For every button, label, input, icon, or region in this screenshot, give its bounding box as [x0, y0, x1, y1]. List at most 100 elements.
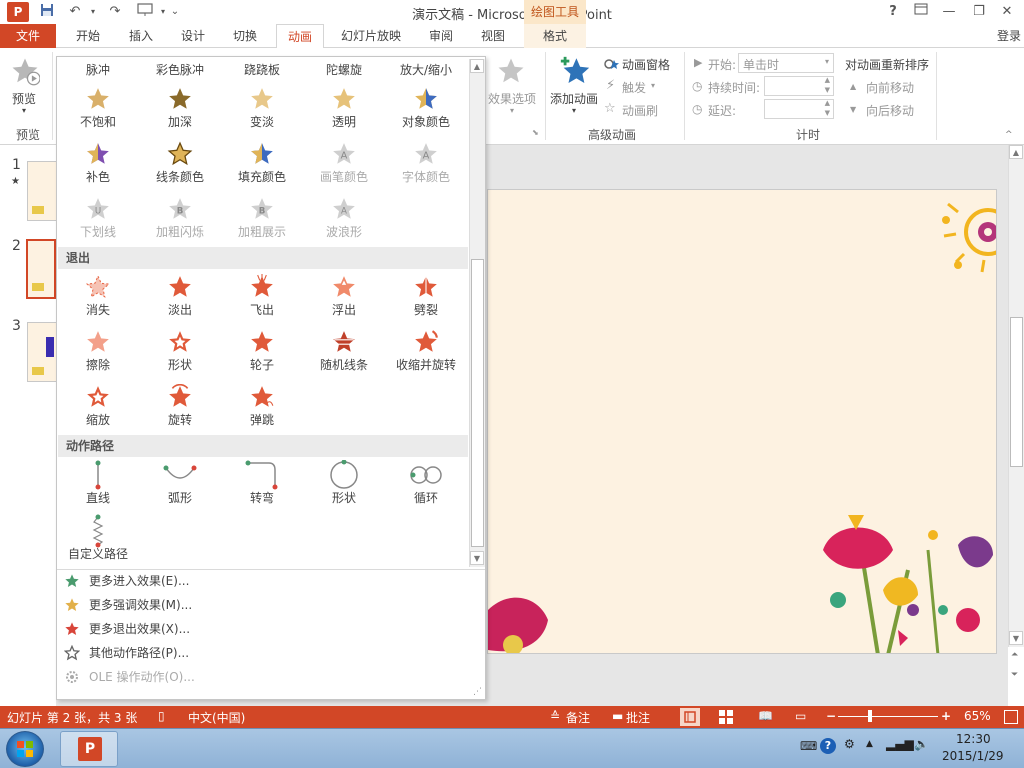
emphasis-effect[interactable]: 加深 [139, 85, 221, 139]
volume-icon[interactable]: 🔈 [914, 737, 929, 751]
zoom-level[interactable]: 65% [964, 709, 991, 723]
tab-slideshow[interactable]: 幻灯片放映 [334, 24, 408, 48]
exit-effect[interactable]: 擦除 [57, 328, 139, 382]
normal-view-button[interactable] [680, 708, 700, 726]
login-link[interactable]: 登录 [994, 24, 1024, 48]
resize-grip-icon[interactable]: ⋰ [473, 687, 482, 697]
spin-up-icon[interactable]: ▲ [825, 99, 830, 107]
add-animation-star-icon[interactable] [558, 54, 592, 88]
motion-path-effect[interactable]: 直线 [57, 460, 139, 515]
exit-effect[interactable]: 飞出 [221, 273, 303, 327]
emphasis-effect[interactable]: 对象颜色 [385, 85, 467, 139]
zoom-slider-thumb[interactable] [868, 710, 872, 722]
scroll-down-icon[interactable]: ▼ [1009, 631, 1023, 645]
more-effects-menu-item[interactable]: 更多退出效果(X)... [58, 617, 478, 641]
language-status[interactable]: 中文(中国) [188, 709, 245, 726]
ribbon-display-options-icon[interactable] [910, 3, 932, 21]
start-button[interactable] [6, 731, 44, 767]
close-button[interactable]: ✕ [996, 3, 1018, 21]
show-hidden-icons-icon[interactable]: ▲ [866, 739, 873, 749]
trigger-dropdown-icon[interactable]: ▾ [651, 81, 655, 90]
notes-button[interactable]: 备注 [566, 709, 590, 726]
emphasis-effect[interactable]: 补色 [57, 140, 139, 194]
scroll-down-icon[interactable]: ▼ [470, 551, 484, 565]
zoom-slider[interactable] [838, 710, 938, 722]
slide-thumbnail-3[interactable] [27, 322, 57, 382]
taskbar-powerpoint-button[interactable]: P [60, 731, 118, 767]
exit-effect[interactable]: 淡出 [139, 273, 221, 327]
dialog-launcher-icon[interactable]: ⬊ [532, 128, 539, 137]
help-tray-icon[interactable]: ? [820, 738, 836, 754]
motion-path-effect[interactable]: 转弯 [221, 460, 303, 515]
tab-home[interactable]: 开始 [64, 24, 112, 48]
next-slide-icon[interactable]: ⏷ [1011, 670, 1018, 680]
tab-review[interactable]: 审阅 [418, 24, 464, 48]
scroll-up-icon[interactable]: ▲ [470, 59, 484, 73]
scrollbar-thumb[interactable] [1010, 317, 1023, 467]
exit-effect[interactable]: 轮子 [221, 328, 303, 382]
restore-button[interactable]: ❐ [968, 3, 990, 21]
gallery-scrollbar[interactable]: ▲ ▼ [469, 59, 485, 567]
add-animation-dropdown-icon[interactable]: ▾ [572, 106, 576, 115]
effect-options-dropdown-icon[interactable]: ▾ [510, 106, 514, 115]
exit-effect[interactable]: 形状 [139, 328, 221, 382]
spin-up-icon[interactable]: ▲ [825, 76, 830, 84]
trigger-button[interactable]: 触发 [622, 79, 646, 96]
tab-transitions[interactable]: 切换 [222, 24, 268, 48]
preview-dropdown-icon[interactable]: ▾ [22, 106, 26, 115]
zoom-in-button[interactable]: + [941, 709, 951, 723]
exit-effect[interactable]: 弹跳 [221, 383, 303, 437]
exit-effect[interactable]: 浮出 [303, 273, 385, 327]
exit-effect[interactable]: 随机线条 [303, 328, 385, 382]
tab-animations[interactable]: 动画 [276, 24, 324, 49]
preview-star-icon[interactable] [10, 56, 41, 88]
spin-down-icon[interactable]: ▼ [825, 86, 830, 94]
move-later-button[interactable]: 向后移动 [866, 102, 914, 119]
exit-effect[interactable]: 旋转 [139, 383, 221, 437]
network-icon[interactable]: ▂▄▆ [886, 737, 914, 751]
motion-path-effect[interactable]: 自定义路径 [57, 514, 139, 571]
more-effects-menu-item[interactable]: 更多进入效果(E)... [58, 569, 478, 593]
slide-thumbnail-1[interactable] [27, 161, 57, 221]
move-earlier-button[interactable]: 向前移动 [866, 79, 914, 96]
delay-spinner[interactable]: ▲ ▼ [764, 99, 834, 119]
emphasis-effect[interactable]: 填充颜色 [221, 140, 303, 194]
start-dropdown[interactable]: 单击时 ▾ [738, 53, 834, 73]
more-effects-menu-item[interactable]: 更多强调效果(M)... [58, 593, 478, 617]
more-effects-menu-item[interactable]: 其他动作路径(P)... [58, 641, 478, 665]
emphasis-effect[interactable]: 线条颜色 [139, 140, 221, 194]
slideshow-view-icon[interactable]: ▭ [795, 709, 806, 723]
emphasis-effect[interactable]: 不饱和 [57, 85, 139, 139]
comments-button[interactable]: 批注 [626, 709, 650, 726]
vertical-scrollbar[interactable]: ▲ ▼ [1008, 145, 1024, 647]
tab-design[interactable]: 设计 [170, 24, 216, 48]
slide-thumbnail-2[interactable] [26, 239, 56, 299]
emphasis-effect[interactable]: 透明 [303, 85, 385, 139]
motion-path-effect[interactable]: 循环 [385, 461, 467, 515]
exit-effect[interactable]: 消失 [57, 273, 139, 327]
animation-painter-button[interactable]: 动画刷 [622, 102, 658, 119]
animation-pane-button[interactable]: 动画窗格 [622, 56, 670, 73]
keyboard-icon[interactable]: ⌨ [800, 739, 817, 753]
duration-spinner[interactable]: ▲ ▼ [764, 76, 834, 96]
previous-slide-icon[interactable]: ⏶ [1011, 650, 1018, 660]
clock-date[interactable]: 2015/1/29 [942, 749, 1004, 763]
tab-view[interactable]: 视图 [470, 24, 516, 48]
collapse-ribbon-icon[interactable]: ^ [1005, 130, 1013, 140]
tab-insert[interactable]: 插入 [118, 24, 164, 48]
exit-effect[interactable]: 劈裂 [385, 273, 467, 327]
tab-format[interactable]: 格式 [524, 24, 586, 48]
zoom-out-button[interactable]: − [826, 709, 836, 723]
tray-app-icon[interactable]: ⚙ [844, 737, 855, 751]
spell-check-icon[interactable]: ▯ [158, 709, 165, 723]
gallery-scrollbar-thumb[interactable] [471, 259, 484, 547]
clock-time[interactable]: 12:30 [956, 732, 991, 746]
effect-options-star-icon[interactable] [496, 56, 526, 86]
motion-path-effect[interactable]: 弧形 [139, 461, 221, 515]
emphasis-effect[interactable]: 变淡 [221, 85, 303, 139]
fit-to-window-icon[interactable] [1004, 710, 1018, 724]
reading-view-icon[interactable]: 📖 [758, 709, 773, 723]
exit-effect[interactable]: 缩放 [57, 383, 139, 437]
slide-sorter-view-icon[interactable] [718, 709, 736, 725]
slide-canvas[interactable] [487, 189, 997, 654]
